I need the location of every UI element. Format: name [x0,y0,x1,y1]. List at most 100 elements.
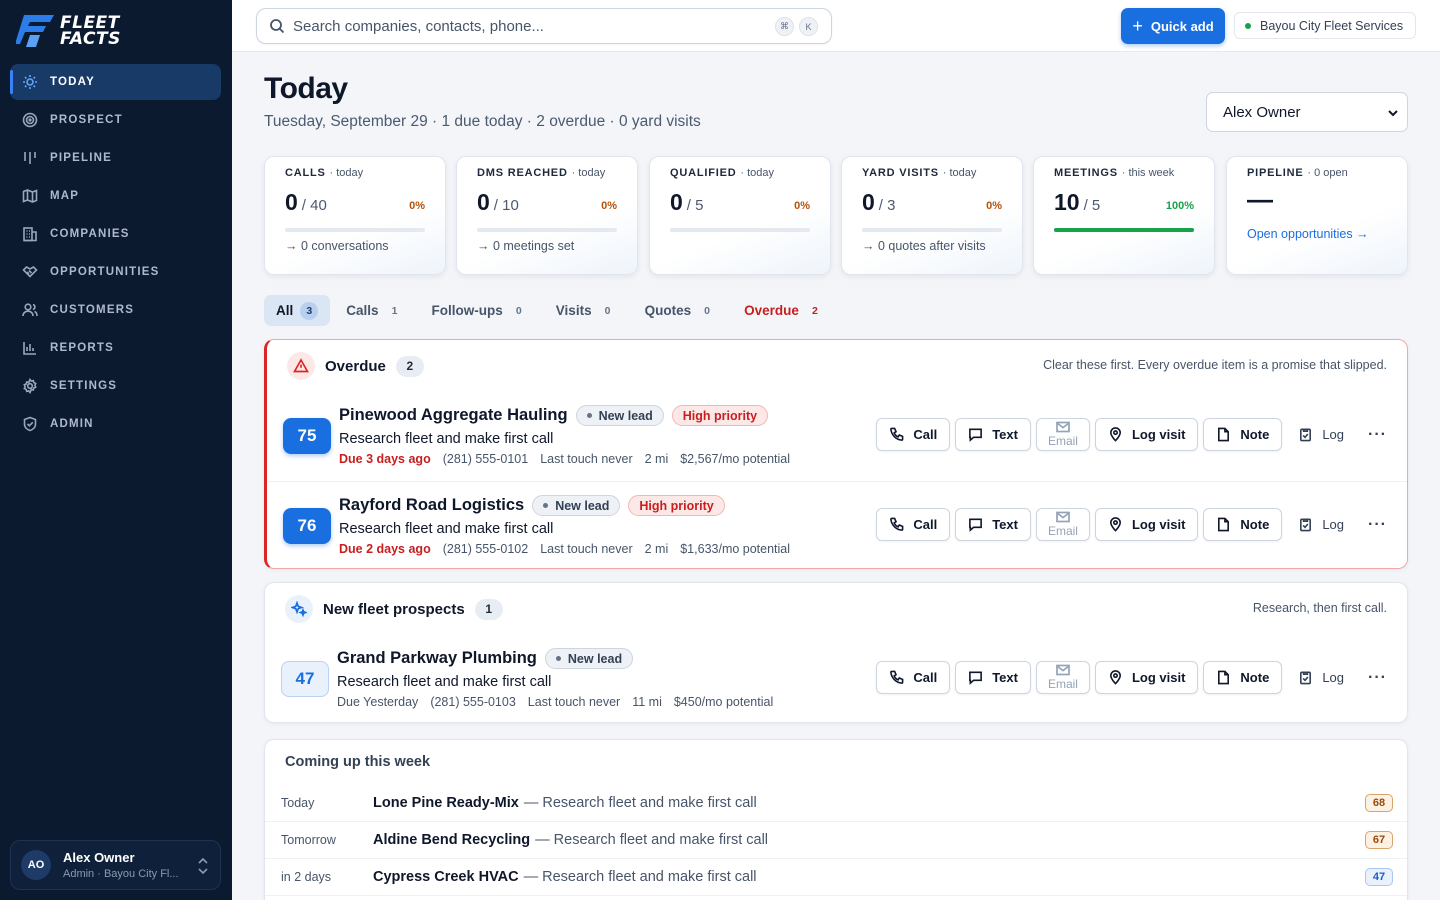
section-header: New fleet prospects 1 Research, then fir… [265,583,1407,635]
kpi-card-pipeline[interactable]: PIPELINE · 0 open — Open opportunities → [1226,156,1408,275]
owner-select[interactable]: Alex Owner [1206,92,1408,132]
sparkles-icon [285,595,313,623]
tab-quotes[interactable]: Quotes 0 [633,295,729,326]
more-options-icon[interactable]: ··· [1368,516,1387,534]
open-opportunities-link[interactable]: Open opportunities → [1247,227,1369,241]
kpi-card-dms-reached[interactable]: DMS REACHED · today 0/ 10 0% → 0 meeting… [456,156,638,275]
org-indicator[interactable]: Bayou City Fleet Services [1234,12,1416,39]
tab-calls[interactable]: Calls 1 [334,295,415,326]
kpi-card-qualified[interactable]: QUALIFIED · today 0/ 5 0% [649,156,831,275]
sidebar-item-settings[interactable]: SETTINGS [10,368,221,404]
tab-visits[interactable]: Visits 0 [544,295,629,326]
task-row[interactable]: 76 Rayford Road Logistics New lead High … [267,481,1407,570]
kpi-label: DMS REACHED · today [477,167,606,179]
user-name: Alex Owner [63,850,135,865]
avatar: AO [21,850,51,880]
kpi-label: QUALIFIED · today [670,167,774,179]
log-button[interactable]: Log [1298,517,1344,532]
sidebar-item-reports[interactable]: REPORTS [10,330,221,366]
call-button[interactable]: Call [876,418,951,451]
page-title: Today [264,72,348,105]
log-button[interactable]: Log [1298,427,1344,442]
log-visit-button[interactable]: Log visit [1094,418,1199,451]
section-count: 1 [474,598,503,620]
email-button[interactable]: Email [1035,508,1090,541]
potential-value: $450/mo potential [673,695,774,709]
task-details: Pinewood Aggregate Hauling New lead High… [339,405,802,466]
list-item[interactable]: Today Lone Pine Ready-Mix — Research flee… [265,784,1407,821]
tab-follow-ups[interactable]: Follow-ups 0 [420,295,540,326]
clipboard-icon [1300,518,1312,532]
priority-badge: High priority [671,405,769,426]
note-button[interactable]: Note [1203,661,1283,694]
sidebar-item-label: PROSPECT [50,114,123,126]
sidebar-item-companies[interactable]: COMPANIES [10,216,221,252]
kpi-card-calls[interactable]: CALLS · today 0/ 40 0% → 0 conversations [264,156,446,275]
search-input[interactable] [293,17,753,35]
plus-icon: + [1132,15,1143,36]
kpi-value: 0/ 10 [477,189,519,215]
note-button[interactable]: Note [1203,418,1283,451]
log-visit-button[interactable]: Log visit [1094,661,1199,694]
sidebar-item-label: SETTINGS [50,380,118,392]
sidebar-item-admin[interactable]: ADMIN [10,406,221,442]
list-item[interactable]: in 2 days Cypress Creek HVAC — Research f… [265,858,1407,895]
kpi-value: 10/ 5 [1054,189,1101,215]
tab-overdue[interactable]: Overdue 2 [732,295,836,326]
search-box[interactable]: ⌘ K [256,8,832,44]
map-pin-icon [1109,427,1121,442]
tab-all[interactable]: All 3 [264,295,331,326]
log-visit-button[interactable]: Log visit [1094,508,1199,541]
company-name-link[interactable]: Rayford Road Logistics [339,496,524,515]
sidebar-nav: TODAY PROSPECT PIPELINE MAP COMPANIES OP… [10,64,221,444]
sidebar-item-today[interactable]: TODAY [10,64,221,100]
email-button[interactable]: Email [1035,661,1090,694]
text-button[interactable]: Text [955,418,1031,451]
kpi-label: MEETINGS · this week [1054,167,1175,179]
email-button[interactable]: Email [1035,418,1090,451]
upcoming-when: Tomorrow [281,833,336,847]
sidebar-item-prospect[interactable]: PROSPECT [10,102,221,138]
kpi-card-yard-visits[interactable]: YARD VISITS · today 0/ 3 0% → 0 quotes a… [841,156,1023,275]
more-options-icon[interactable]: ··· [1368,669,1387,687]
map-pin-icon [1109,670,1121,685]
task-row[interactable]: 75 Pinewood Aggregate Hauling New lead H… [267,392,1407,481]
brand-logo[interactable]: FLEET FACTS [16,12,121,50]
log-button[interactable]: Log [1298,670,1344,685]
pipeline-icon [24,152,36,164]
tab-count: 2 [811,304,818,317]
user-info: Alex Owner Admin · Bayou City Fl... [63,850,179,880]
text-button[interactable]: Text [955,508,1031,541]
tab-count: 0 [704,304,711,317]
chevron-up-down-icon [198,857,208,875]
user-switcher[interactable]: AO Alex Owner Admin · Bayou City Fl... [10,840,221,890]
lead-score: 76 [283,508,331,544]
section-title: Coming up this week [285,754,431,770]
new-prospects-section: New fleet prospects 1 Research, then fir… [264,582,1408,723]
upcoming-when: in 2 days [281,870,332,884]
upcoming-description: Lone Pine Ready-Mix — Research fleet and … [373,794,757,811]
call-button[interactable]: Call [876,508,951,541]
task-description: Research fleet and make first call [337,674,552,690]
sidebar-item-label: REPORTS [50,342,114,354]
more-options-icon[interactable]: ··· [1368,426,1387,444]
kpi-card-meetings[interactable]: MEETINGS · this week 10/ 5 100% [1033,156,1215,275]
sidebar-item-pipeline[interactable]: PIPELINE [10,140,221,176]
shortcut-key-k: K [799,17,818,36]
call-button[interactable]: Call [876,661,951,694]
kpi-footnote: → 0 meetings set [477,239,575,253]
sidebar-item-opportunities[interactable]: OPPORTUNITIES [10,254,221,290]
task-row[interactable]: 47 Grand Parkway Plumbing New lead Resea… [265,635,1407,724]
phone-icon [890,517,904,531]
sidebar-item-map[interactable]: MAP [10,178,221,214]
company-name-link[interactable]: Pinewood Aggregate Hauling [339,406,568,425]
company-name-link[interactable]: Grand Parkway Plumbing [337,649,537,668]
quick-add-button[interactable]: + Quick add [1121,8,1225,44]
phone-number: (281) 555-0101 [442,452,529,466]
sidebar-item-customers[interactable]: CUSTOMERS [10,292,221,328]
note-button[interactable]: Note [1203,508,1283,541]
text-button[interactable]: Text [955,661,1031,694]
kpi-percent: 100% [1165,200,1194,212]
list-item[interactable]: Tomorrow Aldine Bend Recycling — Research… [265,821,1407,858]
search-icon [270,19,285,34]
